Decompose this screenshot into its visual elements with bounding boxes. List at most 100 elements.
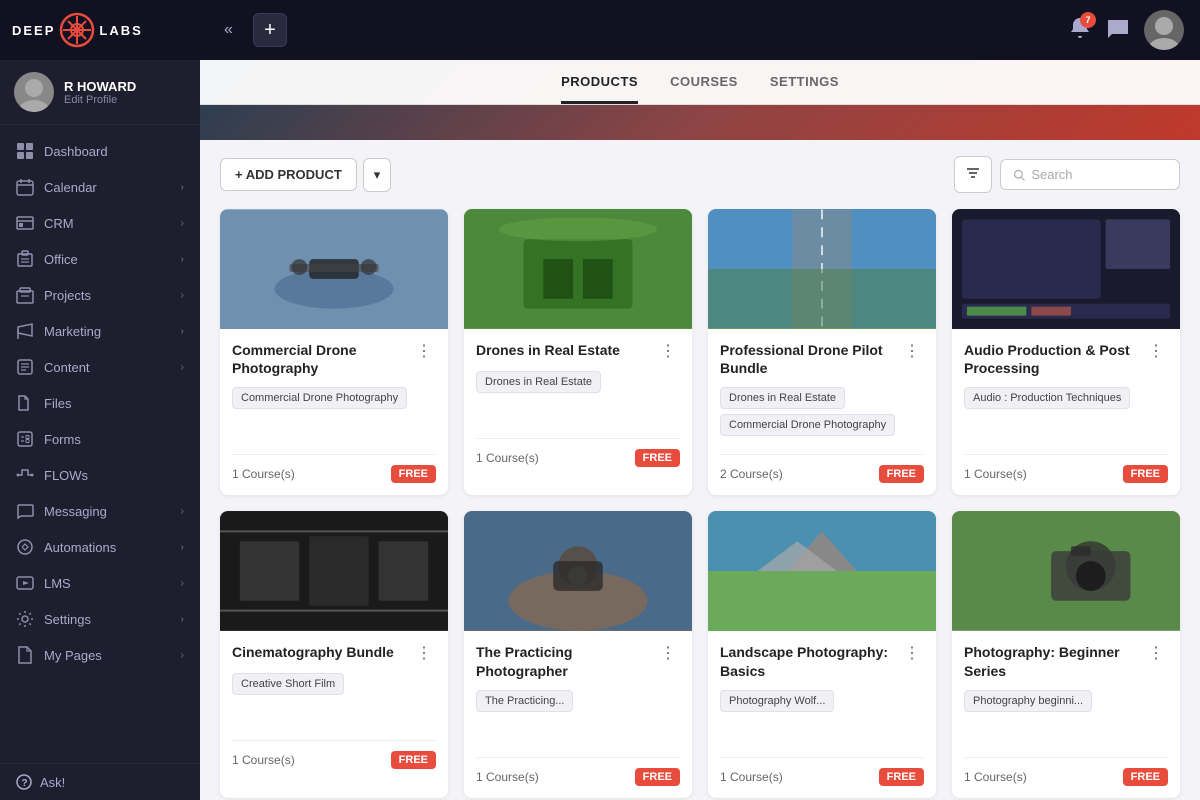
search-input[interactable]	[1031, 167, 1167, 182]
nav-items: Dashboard Calendar › CRM › Office ›	[0, 125, 200, 763]
card-menu-button[interactable]: ⋮	[900, 643, 924, 663]
chevron-right-icon: ›	[181, 326, 184, 337]
product-image	[708, 209, 936, 329]
marketing-icon	[16, 322, 34, 340]
user-info: R HOWARD Edit Profile	[64, 79, 136, 106]
card-title: Professional Drone Pilot Bundle	[720, 341, 900, 377]
sidebar-item-mypages[interactable]: My Pages ›	[0, 637, 200, 673]
card-tags: Commercial Drone Photography	[232, 387, 436, 442]
hero-area: PRODUCTS COURSES SETTINGS	[200, 60, 1200, 140]
card-body: Photography: Beginner Series ⋮ Photograp…	[952, 631, 1180, 797]
files-icon	[16, 394, 34, 412]
sidebar-item-messaging[interactable]: Messaging ›	[0, 493, 200, 529]
add-product-dropdown[interactable]: ▾	[363, 158, 392, 192]
card-body: Professional Drone Pilot Bundle ⋮ Drones…	[708, 329, 936, 495]
topbar: « + 7	[200, 0, 1200, 60]
card-tag: Audio : Production Techniques	[964, 387, 1130, 409]
tab-settings[interactable]: SETTINGS	[770, 74, 839, 104]
chat-button[interactable]	[1106, 16, 1130, 45]
notification-badge: 7	[1080, 12, 1096, 28]
card-title: Cinematography Bundle	[232, 643, 412, 661]
card-body: Audio Production & Post Processing ⋮ Aud…	[952, 329, 1180, 495]
card-menu-button[interactable]: ⋮	[656, 643, 680, 663]
collapse-button[interactable]: «	[216, 17, 241, 43]
chat-icon	[1106, 16, 1130, 40]
filter-button[interactable]	[954, 156, 992, 193]
free-badge: FREE	[391, 751, 436, 769]
user-avatar[interactable]	[1144, 10, 1184, 50]
sidebar-item-flows[interactable]: FLOWs	[0, 457, 200, 493]
card-menu-button[interactable]: ⋮	[900, 341, 924, 361]
free-badge: FREE	[391, 465, 436, 483]
product-image	[464, 511, 692, 631]
free-badge: FREE	[635, 449, 680, 467]
card-tag: Drones in Real Estate	[720, 387, 845, 409]
card-tags: Photography Wolf...	[720, 690, 924, 745]
notifications-button[interactable]: 7	[1068, 16, 1092, 45]
search-icon	[1013, 168, 1025, 182]
add-button[interactable]: +	[253, 13, 287, 47]
card-footer: 1 Course(s) FREE	[476, 757, 680, 786]
card-body: The Practicing Photographer ⋮ The Practi…	[464, 631, 692, 797]
lms-icon	[16, 574, 34, 592]
course-count: 1 Course(s)	[476, 770, 539, 784]
settings-icon	[16, 610, 34, 628]
svg-text:?: ?	[22, 778, 28, 789]
card-title-row: Cinematography Bundle ⋮	[232, 643, 436, 663]
sidebar-item-automations[interactable]: Automations ›	[0, 529, 200, 565]
sidebar-item-marketing[interactable]: Marketing ›	[0, 313, 200, 349]
free-badge: FREE	[879, 768, 924, 786]
card-tag: Creative Short Film	[232, 673, 344, 695]
course-count: 2 Course(s)	[720, 467, 783, 481]
ask-icon: ?	[16, 774, 32, 790]
add-product-button[interactable]: + ADD PRODUCT	[220, 158, 357, 191]
free-badge: FREE	[1123, 465, 1168, 483]
avatar	[14, 72, 54, 112]
card-tags: Photography beginni...	[964, 690, 1168, 745]
product-card: Professional Drone Pilot Bundle ⋮ Drones…	[708, 209, 936, 495]
card-menu-button[interactable]: ⋮	[1144, 643, 1168, 663]
sidebar-item-settings[interactable]: Settings ›	[0, 601, 200, 637]
sidebar-item-crm[interactable]: CRM ›	[0, 205, 200, 241]
sidebar-header: DEEP LABS	[0, 0, 200, 60]
card-title-row: The Practicing Photographer ⋮	[476, 643, 680, 679]
sidebar-item-office[interactable]: Office ›	[0, 241, 200, 277]
messaging-icon	[16, 502, 34, 520]
ask-button[interactable]: ? Ask!	[0, 763, 200, 800]
card-menu-button[interactable]: ⋮	[1144, 341, 1168, 361]
sidebar-item-projects[interactable]: Projects ›	[0, 277, 200, 313]
user-name: R HOWARD	[64, 79, 136, 94]
card-tag: The Practicing...	[476, 690, 573, 712]
sidebar-item-forms[interactable]: Forms	[0, 421, 200, 457]
course-count: 1 Course(s)	[232, 467, 295, 481]
card-menu-button[interactable]: ⋮	[412, 341, 436, 361]
hero-background	[200, 105, 1200, 140]
chevron-right-icon: ›	[181, 362, 184, 373]
tab-products[interactable]: PRODUCTS	[561, 74, 638, 104]
product-card: Audio Production & Post Processing ⋮ Aud…	[952, 209, 1180, 495]
card-tags: Drones in Real Estate Commercial Drone P…	[720, 387, 924, 442]
flows-icon	[16, 466, 34, 484]
office-icon	[16, 250, 34, 268]
card-footer: 1 Course(s) FREE	[232, 740, 436, 769]
card-title-row: Professional Drone Pilot Bundle ⋮	[720, 341, 924, 377]
sidebar-item-lms[interactable]: LMS ›	[0, 565, 200, 601]
sidebar-item-dashboard[interactable]: Dashboard	[0, 133, 200, 169]
sidebar-item-content[interactable]: Content ›	[0, 349, 200, 385]
card-menu-button[interactable]: ⋮	[412, 643, 436, 663]
tab-courses[interactable]: COURSES	[670, 74, 738, 104]
card-body: Landscape Photography: Basics ⋮ Photogra…	[708, 631, 936, 797]
chevron-right-icon: ›	[181, 182, 184, 193]
chevron-right-icon: ›	[181, 290, 184, 301]
product-card: Cinematography Bundle ⋮ Creative Short F…	[220, 511, 448, 797]
edit-profile-link[interactable]: Edit Profile	[64, 94, 136, 106]
sidebar-item-calendar[interactable]: Calendar ›	[0, 169, 200, 205]
free-badge: FREE	[1123, 768, 1168, 786]
sidebar-item-files[interactable]: Files	[0, 385, 200, 421]
toolbar-right	[954, 156, 1180, 193]
chevron-right-icon: ›	[181, 542, 184, 553]
topbar-right: 7	[1068, 10, 1184, 50]
card-menu-button[interactable]: ⋮	[656, 341, 680, 361]
chevron-right-icon: ›	[181, 650, 184, 661]
chevron-right-icon: ›	[181, 614, 184, 625]
